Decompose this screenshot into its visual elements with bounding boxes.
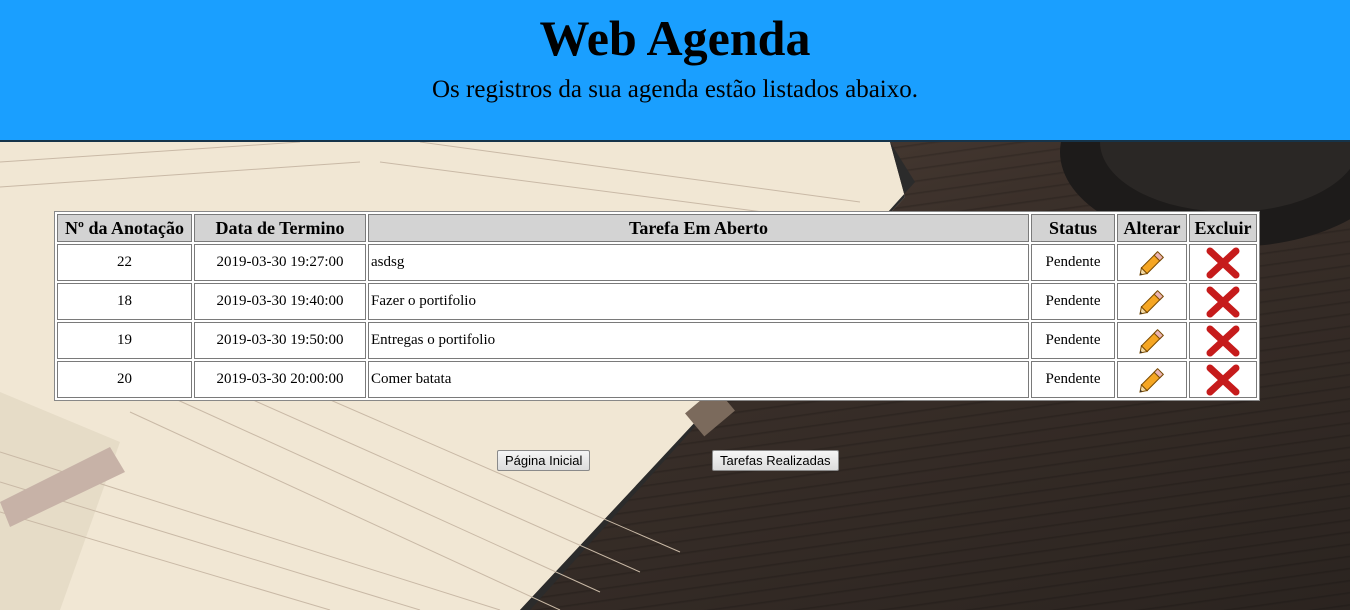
pencil-icon[interactable] xyxy=(1135,325,1169,357)
page-title: Web Agenda xyxy=(539,10,811,66)
completed-tasks-button[interactable]: Tarefas Realizadas xyxy=(712,450,839,471)
edit-link[interactable] xyxy=(1117,244,1187,281)
cell-task: Fazer o portifolio xyxy=(368,283,1029,320)
red-x-icon[interactable] xyxy=(1206,364,1240,396)
col-header-status: Status xyxy=(1031,214,1115,242)
pencil-icon[interactable] xyxy=(1135,247,1169,279)
cell-id: 18 xyxy=(57,283,192,320)
edit-link[interactable] xyxy=(1117,322,1187,359)
table-row: 22 2019-03-30 19:27:00 asdsg Pendente xyxy=(57,244,1257,281)
col-header-date: Data de Termino xyxy=(194,214,366,242)
table-row: 20 2019-03-30 20:00:00 Comer batata Pend… xyxy=(57,361,1257,398)
delete-link[interactable] xyxy=(1189,244,1257,281)
cell-id: 22 xyxy=(57,244,192,281)
col-header-task: Tarefa Em Aberto xyxy=(368,214,1029,242)
pencil-icon[interactable] xyxy=(1135,364,1169,396)
delete-link[interactable] xyxy=(1189,283,1257,320)
home-page-button[interactable]: Página Inicial xyxy=(497,450,591,471)
edit-link[interactable] xyxy=(1117,283,1187,320)
cell-status: Pendente xyxy=(1031,283,1115,320)
page-subtitle: Os registros da sua agenda estão listado… xyxy=(432,76,918,103)
cell-status: Pendente xyxy=(1031,322,1115,359)
col-header-edit: Alterar xyxy=(1117,214,1187,242)
cell-task: Comer batata xyxy=(368,361,1029,398)
cell-date: 2019-03-30 19:27:00 xyxy=(194,244,366,281)
delete-link[interactable] xyxy=(1189,322,1257,359)
red-x-icon[interactable] xyxy=(1206,325,1240,357)
cell-date: 2019-03-30 19:50:00 xyxy=(194,322,366,359)
delete-link[interactable] xyxy=(1189,361,1257,398)
cell-date: 2019-03-30 19:40:00 xyxy=(194,283,366,320)
table-row: 19 2019-03-30 19:50:00 Entregas o portif… xyxy=(57,322,1257,359)
page-header: Web Agenda Os registros da sua agenda es… xyxy=(0,0,1350,142)
edit-link[interactable] xyxy=(1117,361,1187,398)
cell-date: 2019-03-30 20:00:00 xyxy=(194,361,366,398)
table-header-row: Nº da Anotação Data de Termino Tarefa Em… xyxy=(57,214,1257,242)
cell-status: Pendente xyxy=(1031,244,1115,281)
red-x-icon[interactable] xyxy=(1206,286,1240,318)
red-x-icon[interactable] xyxy=(1206,247,1240,279)
pencil-icon[interactable] xyxy=(1135,286,1169,318)
cell-task: asdsg xyxy=(368,244,1029,281)
table-row: 18 2019-03-30 19:40:00 Fazer o portifoli… xyxy=(57,283,1257,320)
cell-id: 19 xyxy=(57,322,192,359)
cell-task: Entregas o portifolio xyxy=(368,322,1029,359)
cell-id: 20 xyxy=(57,361,192,398)
col-header-delete: Excluir xyxy=(1189,214,1257,242)
col-header-id: Nº da Anotação xyxy=(57,214,192,242)
agenda-table: Nº da Anotação Data de Termino Tarefa Em… xyxy=(54,211,1260,401)
cell-status: Pendente xyxy=(1031,361,1115,398)
